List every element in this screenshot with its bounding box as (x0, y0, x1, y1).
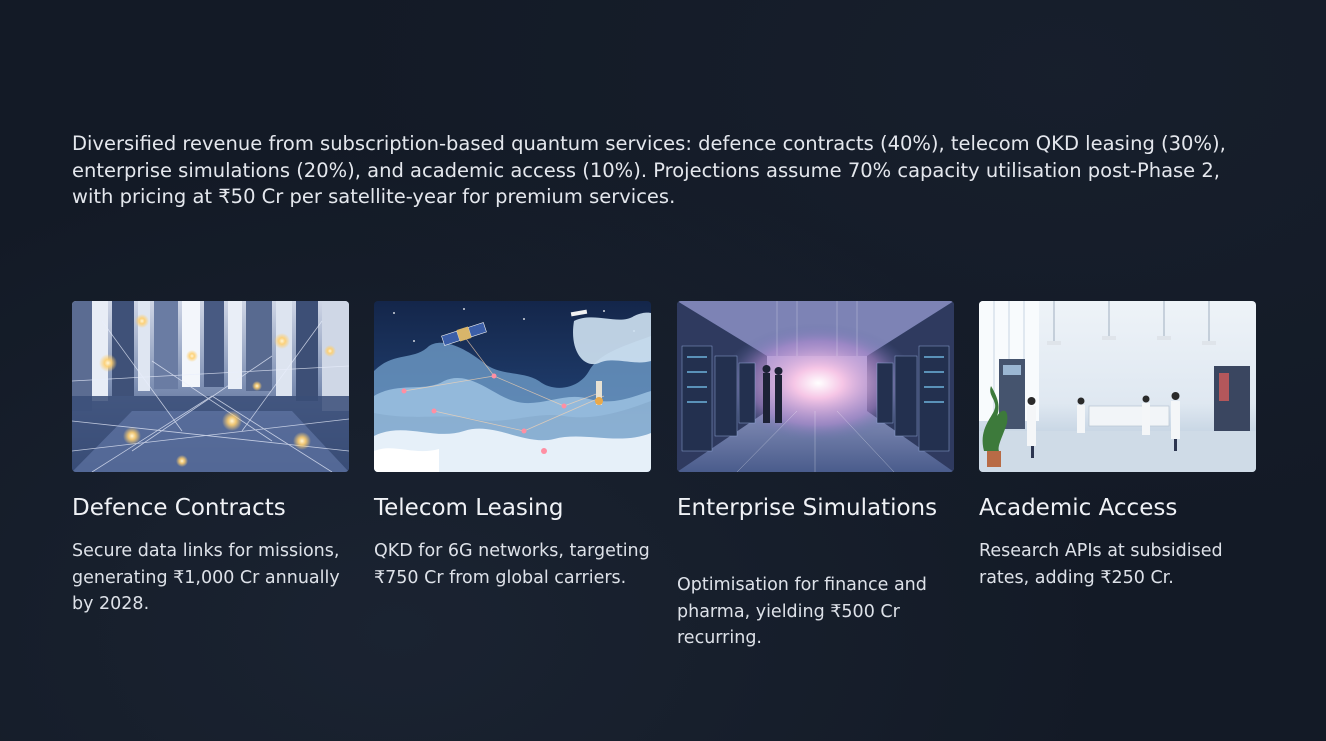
card-enterprise-simulations: Enterprise Simulations Optimisation for … (677, 301, 954, 648)
research-lab-image (979, 301, 1256, 472)
revenue-cards: Defence Contracts Secure data links for … (72, 301, 1256, 681)
card-description: QKD for 6G networks, targeting ₹750 Cr f… (374, 541, 650, 588)
card-telecom-leasing: Telecom Leasing QKD for 6G networks, tar… (374, 301, 651, 588)
card-title: Defence Contracts (72, 495, 286, 521)
card-description: Secure data links for missions, generati… (72, 541, 340, 614)
card-title: Enterprise Simulations (677, 495, 938, 521)
card-title: Academic Access (979, 495, 1178, 521)
card-description: Optimisation for finance and pharma, yie… (677, 575, 927, 648)
card-academic-access: Academic Access Research APIs at subsidi… (979, 301, 1256, 588)
card-title: Telecom Leasing (374, 495, 564, 521)
data-center-image (677, 301, 954, 472)
intro-paragraph: Diversified revenue from subscription-ba… (72, 132, 1226, 208)
card-description: Research APIs at subsidised rates, addin… (979, 541, 1223, 588)
defence-network-image (72, 301, 349, 472)
card-defence-contracts: Defence Contracts Secure data links for … (72, 301, 349, 614)
satellite-clouds-image (374, 301, 651, 472)
